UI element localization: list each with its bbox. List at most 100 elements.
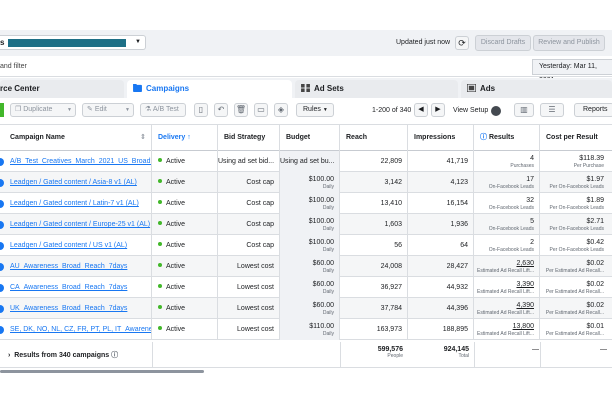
table-row[interactable]: A/B_Test_Creatives_March_2021_US_Broad_P… [0, 151, 612, 172]
status-dot-icon [158, 179, 162, 183]
budget[interactable]: $100.00 Daily [280, 193, 340, 214]
rules-button[interactable]: Rules ▼ [296, 103, 334, 117]
results-value: 3,390 Estimated Ad Recall Lift... [474, 277, 540, 298]
reach-value: 22,809 [340, 151, 408, 172]
table-row[interactable]: Leadgen / Gated content / Europe-25 v1 (… [0, 214, 612, 235]
reports-button[interactable]: Reports [574, 103, 612, 117]
cost-per-result-value: $1.97 Per On-Facebook Leads [549, 176, 604, 190]
table-header: Campaign Name ⇕ Delivery ↑ Bid Strategy B… [0, 124, 612, 152]
impressions-value: 64 [408, 235, 474, 256]
totals-label: › Results from 340 campaigns ⓘ [8, 352, 119, 359]
table-row[interactable]: SE, DK, NO, NL, CZ, FR, PT, PL, IT_Aware… [0, 319, 612, 340]
bid-strategy: Cost cap [218, 193, 280, 214]
refresh-icon[interactable]: ⟳ [455, 36, 469, 50]
col-header-impressions[interactable]: Impressions [408, 125, 474, 152]
bid-strategy: Lowest cost [218, 277, 280, 298]
horizontal-scrollbar[interactable] [0, 370, 204, 373]
results-value: 2,630 Estimated Ad Recall Lift... [474, 256, 540, 277]
updated-status: Updated just now [396, 39, 451, 46]
view-setup-toggle[interactable] [491, 106, 501, 116]
account-selector[interactable]: s ▼ [0, 35, 146, 50]
reach-value: 3,142 [340, 172, 408, 193]
table-row[interactable]: Leadgen / Gated content / Asia-8 v1 (AL)… [0, 172, 612, 193]
view-setup-label[interactable]: View Setup [453, 107, 488, 114]
page-count: 1-200 of 340 [372, 107, 412, 114]
status-dot-icon [158, 242, 162, 246]
col-header-bid-strategy[interactable]: Bid Strategy [218, 125, 280, 152]
tab-campaigns[interactable]: Campaigns [127, 80, 292, 98]
create-button[interactable] [0, 103, 4, 117]
account-name-prefix: s [0, 38, 5, 47]
col-header-cost-per-result[interactable]: Cost per Result [540, 125, 612, 152]
budget[interactable]: $100.00 Daily [280, 172, 340, 193]
results-value: 17 On-Facebook Leads [474, 172, 540, 193]
next-page-button[interactable]: ▶ [431, 103, 445, 117]
review-publish-button[interactable]: Review and Publish [533, 35, 605, 51]
impressions-value: 4,123 [408, 172, 474, 193]
campaign-name-link[interactable]: Leadgen / Gated content / US v1 (AL) [0, 235, 152, 256]
prev-page-button[interactable]: ◀ [414, 103, 428, 117]
cost-per-result-value: $0.02 Per Estimated Ad Recall... [545, 260, 604, 274]
delete-icon[interactable]: ▯ [194, 103, 208, 117]
date-range-picker[interactable]: Yesterday: Mar 11, 2021 [532, 59, 612, 84]
budget[interactable]: $60.00 Daily [280, 277, 340, 298]
edit-button[interactable]: ✎ Edit ▼ [82, 103, 134, 117]
campaign-name-link[interactable]: Leadgen / Gated content / Asia-8 v1 (AL) [0, 172, 152, 193]
table-row[interactable]: Leadgen / Gated content / US v1 (AL) Acti… [0, 235, 612, 256]
col-header-reach[interactable]: Reach [340, 125, 408, 152]
sort-icon: ⇕ [140, 134, 146, 141]
bid-strategy: Cost cap [218, 214, 280, 235]
budget[interactable]: $60.00 Daily [280, 256, 340, 277]
edit-label: Edit [94, 106, 107, 113]
trash-icon[interactable]: 🗑 [234, 103, 248, 117]
budget[interactable]: Using ad set bu... [280, 151, 340, 172]
campaign-name-link[interactable]: A/B_Test_Creatives_March_2021_US_Broad_P… [0, 151, 152, 172]
breakdown-icon[interactable]: ☰ [540, 103, 564, 117]
results-value: 2 On-Facebook Leads [474, 235, 540, 256]
duplicate-label: Duplicate [23, 106, 53, 113]
comment-icon[interactable]: ▭ [254, 103, 268, 117]
ab-test-button[interactable]: ⚗ A/B Test [140, 103, 186, 117]
status-dot-icon [158, 158, 162, 162]
cost-per-result-value: $0.02 Per Estimated Ad Recall... [545, 281, 604, 295]
table-row[interactable]: CA_Awareness_Broad_Reach_7days Active Lowe… [0, 277, 612, 298]
top-bar: s ▼ Updated just now ⟳ Discard Drafts Re… [0, 30, 612, 56]
budget[interactable]: $100.00 Daily [280, 214, 340, 235]
tab-ad-sets[interactable]: Ad Sets [295, 80, 458, 98]
budget[interactable]: $110.00 Daily [280, 319, 340, 340]
tab-label: Ad Sets [314, 84, 344, 93]
undo-icon[interactable]: ↶ [214, 103, 228, 117]
chevron-down-icon: ▼ [135, 39, 141, 45]
duplicate-button[interactable]: ❐ Duplicate ▼ [10, 103, 76, 117]
col-header-name[interactable]: Campaign Name ⇕ [0, 125, 152, 152]
discard-drafts-button[interactable]: Discard Drafts [475, 35, 531, 51]
table-row[interactable]: Leadgen / Gated content / Latin-7 v1 (AL… [0, 193, 612, 214]
table-row[interactable]: AU_Awareness_Broad_Reach_7days Active Lowe… [0, 256, 612, 277]
campaign-name-link[interactable]: CA_Awareness_Broad_Reach_7days [0, 277, 152, 298]
columns-icon[interactable]: ▥ [514, 103, 534, 117]
tab-ads[interactable]: Ads [461, 80, 612, 98]
reach-value: 1,603 [340, 214, 408, 235]
col-header-budget[interactable]: Budget [280, 125, 340, 152]
campaign-name-link[interactable]: Leadgen / Gated content / Europe-25 v1 (… [0, 214, 152, 235]
campaign-name-link[interactable]: AU_Awareness_Broad_Reach_7days [0, 256, 152, 277]
search-input[interactable]: and filter [0, 63, 27, 70]
campaign-name-link[interactable]: SE, DK, NO, NL, CZ, FR, PT, PL, IT_Aware… [0, 319, 152, 340]
col-header-delivery[interactable]: Delivery ↑ [152, 125, 218, 152]
col-header-results[interactable]: ⓘ Results [474, 125, 540, 152]
tab-label: Ads [480, 84, 496, 93]
budget[interactable]: $100.00 Daily [280, 235, 340, 256]
tab-resource-center[interactable]: rce Center [0, 80, 124, 98]
table-row[interactable]: UK_Awareness_Broad_Reach_7days Active Lowe… [0, 298, 612, 319]
bid-strategy: Lowest cost [218, 319, 280, 340]
budget[interactable]: $60.00 Daily [280, 298, 340, 319]
tag-icon[interactable]: ◈ [274, 103, 288, 117]
campaign-name-link[interactable]: UK_Awareness_Broad_Reach_7days [0, 298, 152, 319]
cost-per-result-value: $118.39 Per Purchase [573, 155, 604, 169]
bid-strategy: Cost cap [218, 172, 280, 193]
bid-strategy: Cost cap [218, 235, 280, 256]
campaign-name-link[interactable]: Leadgen / Gated content / Latin-7 v1 (AL… [0, 193, 152, 214]
status-dot-icon [158, 221, 162, 225]
results-value: 4,390 Estimated Ad Recall Lift... [474, 298, 540, 319]
info-icon: ⓘ [111, 352, 119, 359]
